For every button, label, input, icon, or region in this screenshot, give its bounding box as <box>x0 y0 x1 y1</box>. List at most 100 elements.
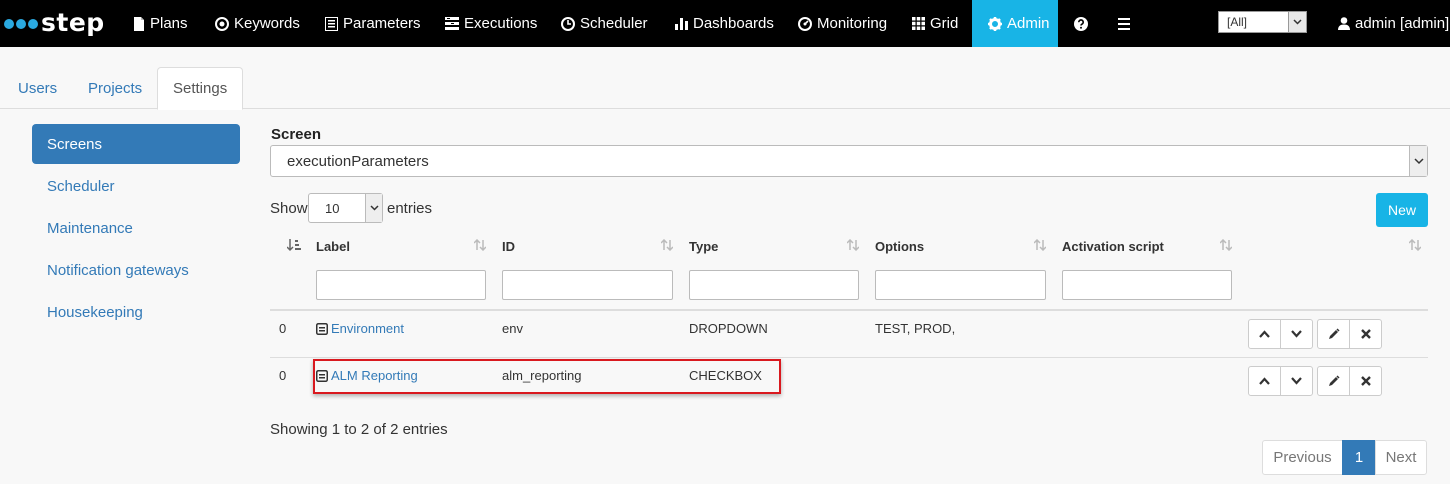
nav-admin[interactable]: Admin <box>972 0 1058 47</box>
nav-monitoring[interactable]: Monitoring <box>798 0 887 47</box>
sort-icon[interactable] <box>1220 239 1232 251</box>
sidebar-item-maintenance[interactable]: Maintenance <box>32 208 240 248</box>
nav-grid[interactable]: Grid <box>912 0 958 47</box>
sort-amount-asc-icon[interactable] <box>287 239 301 252</box>
nav-executions[interactable]: Executions <box>445 0 537 47</box>
dashboard-icon <box>798 16 812 31</box>
screen-label: Screen <box>271 126 322 143</box>
user-name: admin [admin] <box>1355 15 1450 32</box>
tenant-select-value: [All] <box>1227 15 1248 29</box>
sort-icon[interactable] <box>1034 239 1046 251</box>
nav-plans-label: Plans <box>150 15 188 32</box>
move-up-button[interactable] <box>1248 366 1281 396</box>
user-icon <box>1338 17 1350 30</box>
chevron-up-icon <box>1259 330 1270 338</box>
menu-button[interactable] <box>1118 0 1135 47</box>
close-icon <box>1360 376 1371 386</box>
show-label: Show <box>270 200 308 217</box>
column-header-activation-script[interactable]: Activation script <box>1062 239 1164 254</box>
filter-activation-script-input[interactable] <box>1062 270 1232 300</box>
tab-projects[interactable]: Projects <box>88 67 142 109</box>
nav-grid-label: Grid <box>930 15 959 32</box>
filter-options-input[interactable] <box>875 270 1046 300</box>
chevron-down-icon <box>365 194 382 222</box>
sidebar-item-housekeeping[interactable]: Housekeeping <box>32 292 240 332</box>
page-length-select[interactable]: 10 <box>308 193 383 223</box>
column-header-label[interactable]: Label <box>316 239 350 254</box>
top-navbar: step Plans Keywords Parameters Execution… <box>0 0 1450 47</box>
pagination: Previous 1 Next <box>1262 440 1427 475</box>
tenant-select[interactable]: [All] <box>1218 11 1307 33</box>
delete-button[interactable] <box>1349 319 1382 349</box>
new-button[interactable]: New <box>1376 193 1428 227</box>
nav-scheduler-label: Scheduler <box>580 15 648 32</box>
edit-button[interactable] <box>1317 366 1350 396</box>
delete-button[interactable] <box>1349 366 1382 396</box>
user-menu[interactable]: admin [admin] <box>1338 0 1449 47</box>
nav-plans[interactable]: Plans <box>133 0 188 47</box>
sort-icon[interactable] <box>474 239 486 251</box>
sidebar-item-notification-gateways[interactable]: Notification gateways <box>32 250 240 290</box>
column-header-options[interactable]: Options <box>875 239 924 254</box>
list-icon <box>325 16 338 31</box>
pagination-next[interactable]: Next <box>1375 440 1427 475</box>
chevron-up-icon <box>1259 377 1270 385</box>
nav-dashboards[interactable]: Dashboards <box>675 0 774 47</box>
admin-tabs: Users Projects Settings <box>0 67 1450 110</box>
move-down-button[interactable] <box>1280 366 1313 396</box>
chevron-down-icon <box>1288 12 1306 32</box>
row-order: 0 <box>279 368 287 383</box>
column-header-id[interactable]: ID <box>502 239 515 254</box>
pagination-page-1[interactable]: 1 <box>1342 440 1376 475</box>
row-actions <box>1248 319 1382 349</box>
chevron-down-icon <box>1409 146 1427 176</box>
page-length-value: 10 <box>325 201 340 216</box>
help-button[interactable] <box>1074 0 1093 47</box>
row-type: DROPDOWN <box>689 321 768 336</box>
nav-keywords-label: Keywords <box>234 15 300 32</box>
nav-scheduler[interactable]: Scheduler <box>561 0 648 47</box>
nav-dashboards-label: Dashboards <box>693 15 774 32</box>
edit-button[interactable] <box>1317 319 1350 349</box>
sidebar-item-scheduler[interactable]: Scheduler <box>32 166 240 206</box>
tab-users[interactable]: Users <box>18 67 57 109</box>
row-label-link[interactable]: Environment <box>316 321 404 336</box>
row-divider <box>270 357 1428 358</box>
nav-parameters-label: Parameters <box>343 15 421 32</box>
nav-parameters[interactable]: Parameters <box>325 0 421 47</box>
logo-dots-icon <box>4 18 38 29</box>
brand-logo[interactable]: step <box>0 0 118 47</box>
column-header-type[interactable]: Type <box>689 239 718 254</box>
screen-select[interactable]: executionParameters <box>270 145 1428 177</box>
chevron-down-icon <box>1291 330 1302 338</box>
card-icon <box>316 322 328 335</box>
file-icon <box>134 16 144 31</box>
filter-label-input[interactable] <box>316 270 486 300</box>
bar-chart-icon <box>675 18 688 30</box>
table-info: Showing 1 to 2 of 2 entries <box>270 421 448 438</box>
target-icon <box>215 16 229 31</box>
grid-icon <box>912 17 925 30</box>
row-options: TEST, PROD, <box>875 321 956 336</box>
sort-icon[interactable] <box>1409 239 1421 251</box>
nav-keywords[interactable]: Keywords <box>215 0 300 47</box>
move-down-button[interactable] <box>1280 319 1313 349</box>
tab-settings[interactable]: Settings <box>157 67 244 110</box>
hamburger-icon <box>1118 17 1130 30</box>
table-header-divider <box>270 309 1428 311</box>
pagination-previous[interactable]: Previous <box>1262 440 1343 475</box>
tasks-icon <box>445 17 459 30</box>
pencil-icon <box>1328 375 1340 386</box>
nav-executions-label: Executions <box>464 15 538 32</box>
filter-id-input[interactable] <box>502 270 673 300</box>
sidebar-item-screens[interactable]: Screens <box>32 124 240 164</box>
pencil-icon <box>1328 328 1340 339</box>
sort-icon[interactable] <box>661 239 673 251</box>
question-circle-icon <box>1074 16 1088 31</box>
filter-type-input[interactable] <box>689 270 859 300</box>
row-actions <box>1248 366 1382 396</box>
highlight-annotation <box>313 359 781 394</box>
move-up-button[interactable] <box>1248 319 1281 349</box>
close-icon <box>1360 329 1371 339</box>
sort-icon[interactable] <box>847 239 859 251</box>
